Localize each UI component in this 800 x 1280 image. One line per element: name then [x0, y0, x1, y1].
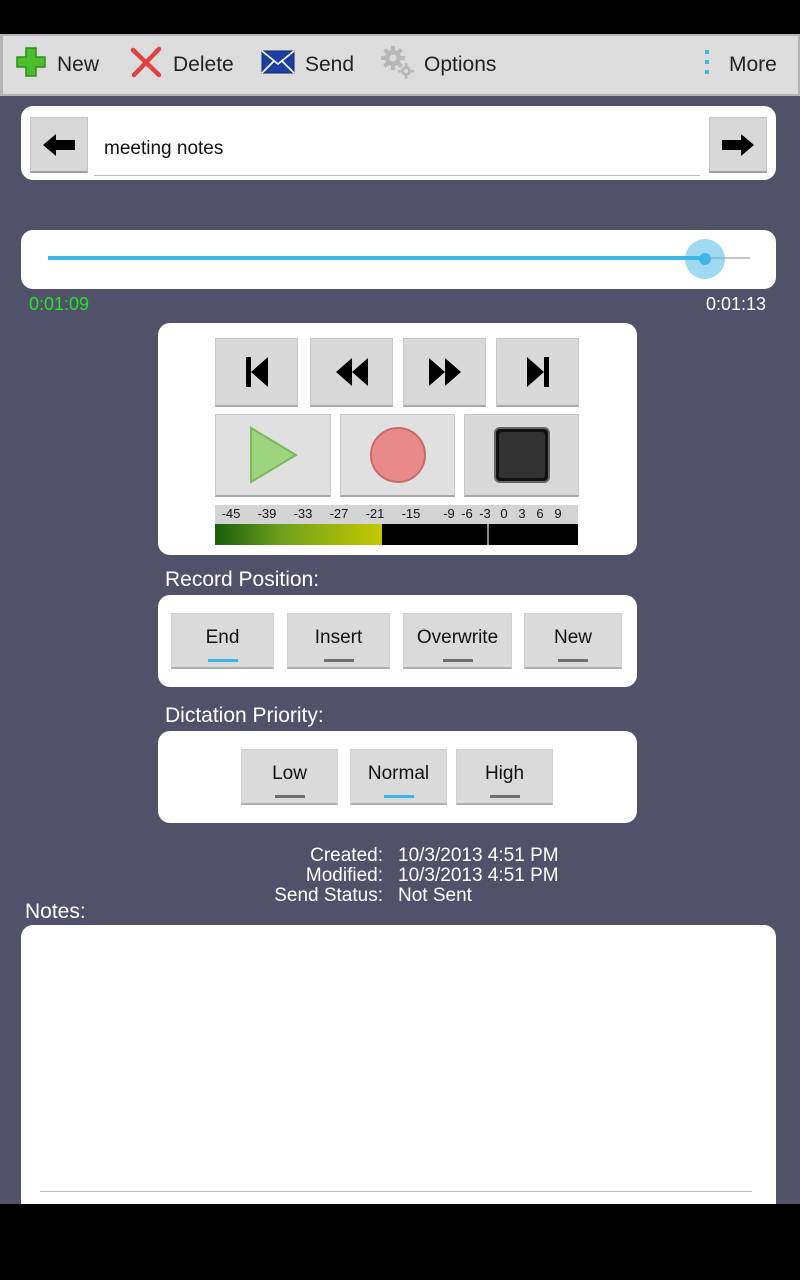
arrow-right-icon [722, 133, 754, 156]
send-status-value: Not Sent [398, 885, 472, 906]
priority-normal-button[interactable]: Normal [350, 749, 447, 805]
level-scale-label: 0 [500, 506, 508, 521]
level-scale-label: -3 [479, 506, 491, 521]
level-scale-label: -39 [257, 506, 277, 521]
fast-forward-icon [428, 358, 461, 386]
priority-high-label: High [484, 762, 525, 784]
created-value: 10/3/2013 4:51 PM [398, 845, 559, 866]
selection-indicator [442, 659, 473, 662]
level-scale-label: -45 [221, 506, 241, 521]
priority-high-button[interactable]: High [456, 749, 553, 805]
level-meter-scale: -45 -39 -33 -27 -21 -15 -9 -6 -3 0 3 6 9 [215, 505, 578, 524]
new-label: New [57, 53, 100, 76]
more-label: More [729, 53, 777, 76]
record-icon [369, 427, 426, 483]
selection-indicator [323, 659, 354, 662]
modified-label: Modified: [305, 865, 383, 886]
record-position-end-button[interactable]: End [171, 613, 274, 669]
previous-recording-button[interactable] [30, 117, 88, 173]
current-time: 0:01:09 [29, 294, 90, 314]
skip-back-icon [245, 357, 268, 387]
seek-bar-progress [48, 256, 706, 260]
fast-forward-button[interactable] [403, 338, 486, 407]
level-scale-label: -15 [401, 506, 421, 521]
record-position-end-label: End [205, 626, 240, 648]
action-bar: New Delete Send Options More [0, 34, 800, 96]
seek-bar[interactable] [48, 256, 750, 260]
record-button[interactable] [340, 414, 455, 497]
level-meter [215, 524, 578, 545]
record-position-overwrite-label: Overwrite [416, 626, 499, 648]
new-button[interactable]: New [15, 36, 99, 94]
record-position-insert-button[interactable]: Insert [287, 613, 390, 669]
skip-forward-icon [526, 357, 549, 387]
record-position-new-label: New [553, 626, 592, 648]
level-scale-label: -9 [443, 506, 455, 521]
send-label: Send [305, 53, 355, 76]
next-recording-button[interactable] [709, 117, 767, 173]
status-bar [0, 0, 800, 34]
navigation-bar [0, 1204, 800, 1280]
skip-to-end-button[interactable] [496, 338, 579, 407]
level-scale-label: 3 [518, 506, 526, 521]
level-scale-label: -21 [365, 506, 385, 521]
rewind-button[interactable] [310, 338, 393, 407]
plus-icon [15, 46, 47, 84]
more-button[interactable]: More [703, 36, 777, 94]
level-scale-label: -6 [461, 506, 473, 521]
created-label: Created: [310, 845, 383, 866]
modified-value: 10/3/2013 4:51 PM [398, 865, 559, 886]
skip-to-start-button[interactable] [215, 338, 298, 407]
level-scale-label: -27 [329, 506, 349, 521]
level-scale-label: 9 [554, 506, 562, 521]
play-button[interactable] [215, 414, 331, 497]
priority-low-button[interactable]: Low [241, 749, 338, 805]
level-scale-label: 6 [536, 506, 544, 521]
record-position-overwrite-button[interactable]: Overwrite [403, 613, 512, 669]
priority-normal-label: Normal [367, 762, 430, 784]
arrow-left-icon [43, 133, 75, 156]
total-time: 0:01:13 [706, 294, 767, 314]
level-scale-label: -33 [293, 506, 313, 521]
selection-indicator [489, 795, 520, 798]
record-position-label: Record Position: [165, 568, 320, 591]
overflow-dots-icon [703, 49, 711, 81]
stop-button[interactable] [464, 414, 579, 497]
selection-indicator [274, 795, 305, 798]
delete-label: Delete [173, 53, 234, 76]
gear-icon [380, 45, 414, 85]
delete-x-icon [129, 45, 163, 85]
rewind-icon [335, 358, 368, 386]
play-icon [250, 426, 298, 484]
stop-icon [493, 427, 550, 483]
notes-input[interactable] [40, 940, 752, 1192]
envelope-icon [261, 49, 295, 81]
selection-indicator [207, 659, 238, 662]
dictation-priority-label: Dictation Priority: [165, 704, 324, 727]
send-status-label: Send Status: [274, 885, 383, 906]
record-position-insert-label: Insert [314, 626, 363, 648]
send-button[interactable]: Send [261, 36, 354, 94]
priority-low-label: Low [272, 762, 307, 784]
level-meter-fill [215, 524, 382, 545]
record-position-new-button[interactable]: New [524, 613, 622, 669]
options-button[interactable]: Options [380, 36, 496, 94]
recording-title-input[interactable] [94, 122, 700, 176]
delete-button[interactable]: Delete [129, 36, 234, 94]
level-meter-peak [487, 524, 490, 545]
selection-indicator [383, 795, 414, 798]
notes-label: Notes: [25, 900, 86, 923]
selection-indicator [558, 659, 588, 662]
seek-bar-thumb[interactable] [685, 239, 726, 279]
options-label: Options [424, 53, 497, 76]
